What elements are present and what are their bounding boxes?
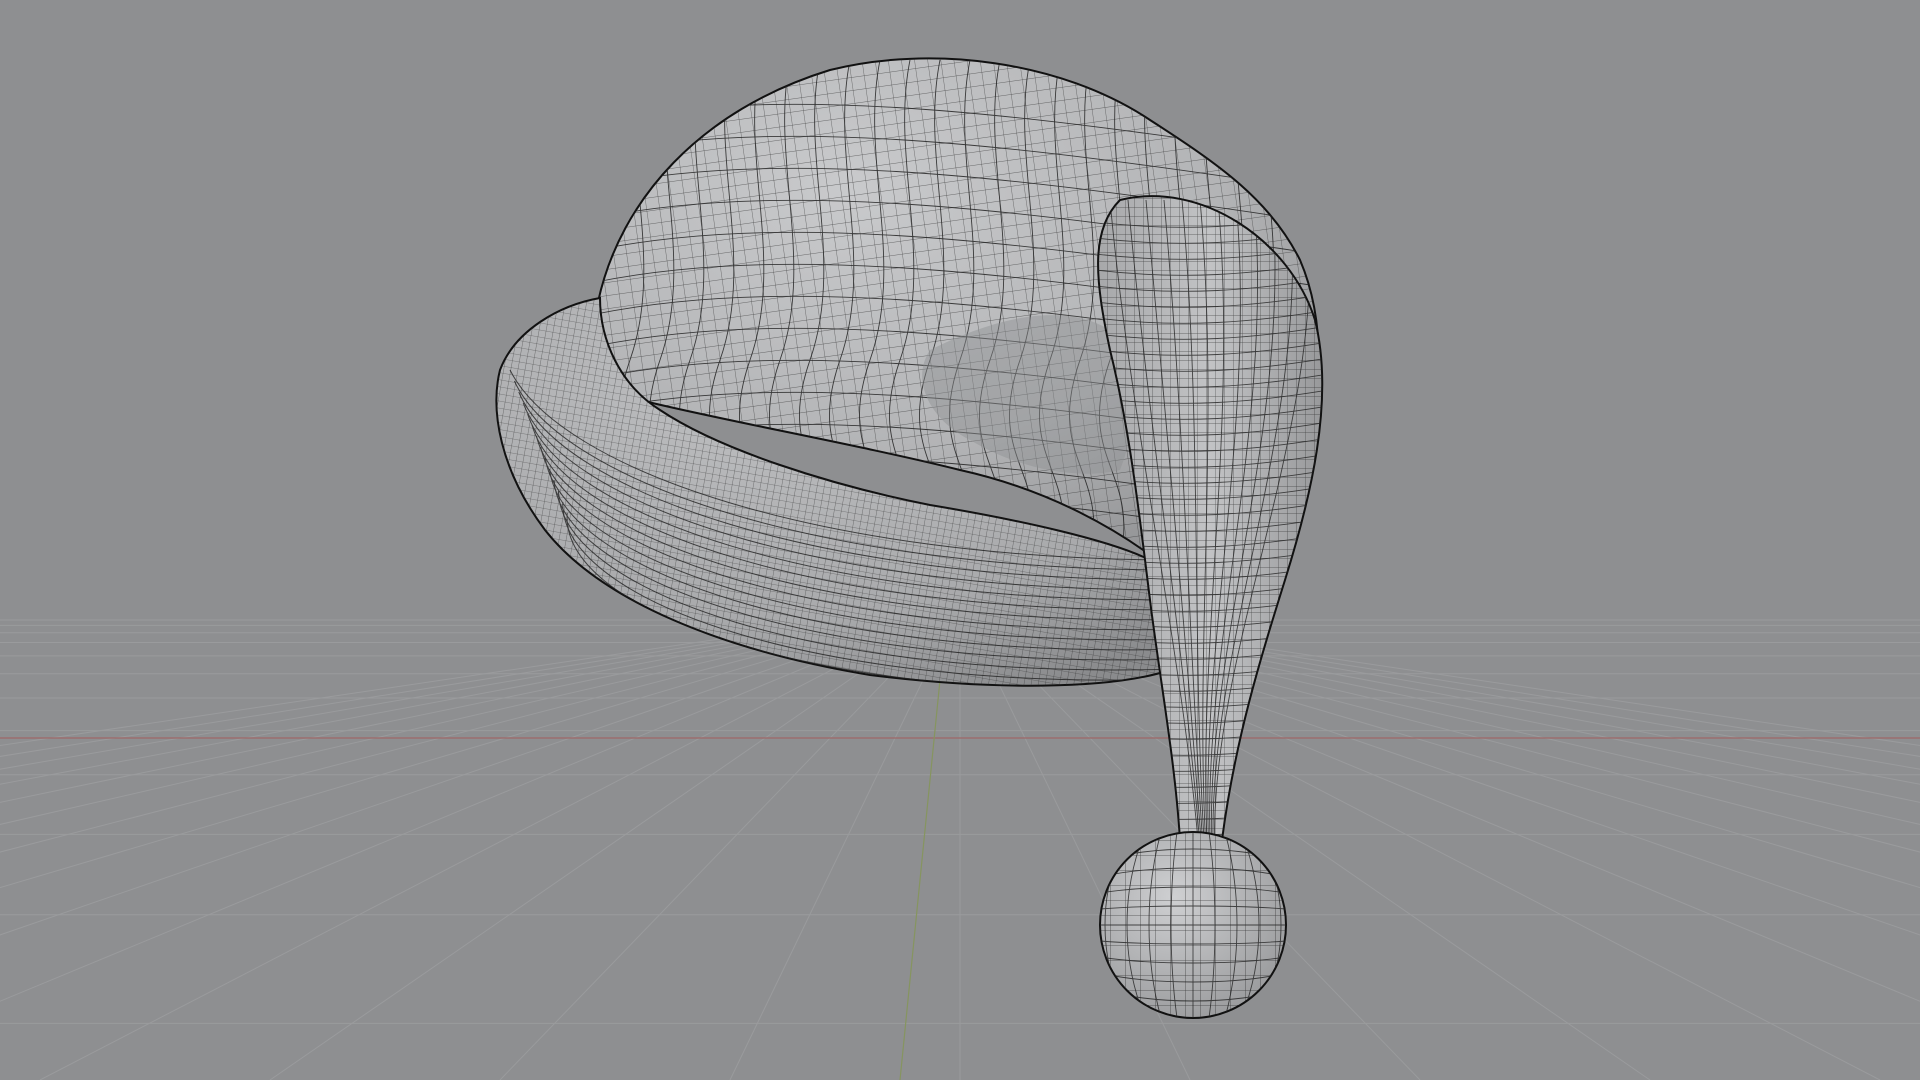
grid-line [499, 619, 945, 1080]
y-axis-line [899, 679, 941, 1080]
grid-line [991, 619, 1881, 1080]
3d-viewport[interactable] [0, 0, 1920, 1080]
grid-line [0, 619, 897, 853]
grid-line [0, 619, 881, 803]
grid-line [0, 619, 905, 889]
santa-hat-mesh[interactable] [480, 40, 1350, 1028]
viewport-canvas[interactable] [0, 0, 1920, 1080]
grid-line [729, 619, 953, 1080]
hat-pom-pom [1099, 831, 1287, 1019]
grid-line [0, 619, 921, 1002]
grid-line [0, 619, 873, 785]
grid-line [0, 619, 913, 936]
ground-grid [0, 619, 1920, 1080]
grid-line [269, 619, 937, 1080]
grid-line [0, 619, 865, 770]
grid-line [983, 619, 1651, 1080]
grid-line [39, 619, 929, 1080]
